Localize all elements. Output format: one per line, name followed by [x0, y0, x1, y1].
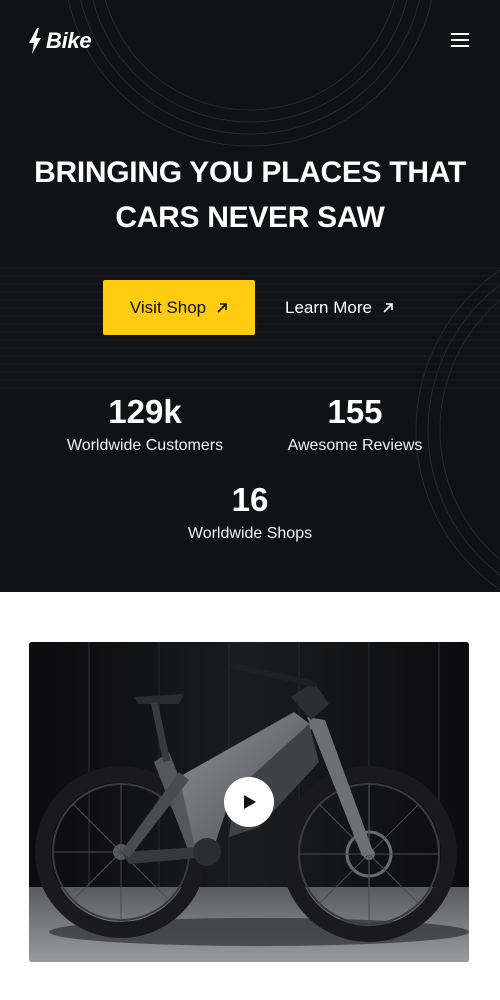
play-icon	[244, 795, 256, 809]
arrow-up-right-icon	[383, 302, 393, 313]
lightning-bolt-icon	[29, 28, 41, 54]
arrow-up-right-icon	[217, 302, 227, 313]
headline-line-1: BRINGING YOU PLACES THAT	[34, 156, 466, 189]
stat-label: Awesome Reviews	[287, 437, 423, 454]
stat-shops: 16 Worldwide Shops	[150, 480, 350, 544]
logo[interactable]: Bike	[28, 27, 92, 55]
hero-headline: BRINGING YOU PLACES THAT CARS NEVER SAW	[0, 150, 500, 240]
stat-label: Worldwide Shops	[187, 525, 313, 542]
hamburger-menu-icon[interactable]	[448, 28, 472, 52]
stat-value: 155	[327, 393, 383, 430]
stat-reviews: 155 Awesome Reviews	[255, 392, 455, 456]
play-button[interactable]	[224, 777, 274, 827]
stat-value: 16	[231, 481, 269, 518]
logo-text: Bike	[46, 28, 92, 53]
site-header: Bike	[0, 0, 500, 82]
visit-shop-button[interactable]: Visit Shop	[103, 280, 255, 335]
learn-more-label: Learn More	[285, 297, 372, 317]
stat-customers: 129k Worldwide Customers	[45, 392, 245, 456]
bike-video-thumbnail[interactable]	[29, 642, 469, 962]
visit-shop-label: Visit Shop	[129, 297, 207, 317]
hero-section: Bike BRINGING YOU PLACES THAT CARS NEVER…	[0, 0, 500, 592]
headline-line-2: CARS NEVER SAW	[115, 201, 385, 234]
learn-more-link[interactable]: Learn More	[285, 280, 415, 335]
stat-label: Worldwide Customers	[66, 437, 224, 454]
stat-value: 129k	[108, 393, 182, 430]
